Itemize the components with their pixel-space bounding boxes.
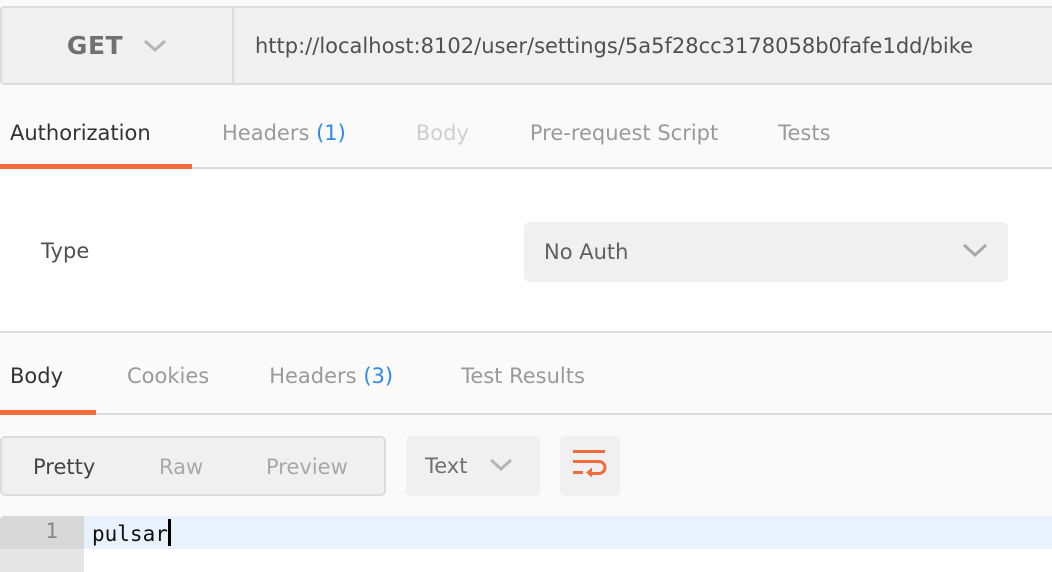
pretty-button[interactable]: Pretty	[33, 455, 95, 479]
tab-label: Authorization	[10, 121, 151, 145]
code-line: pulsar	[92, 519, 171, 546]
headers-count-badge: (3)	[363, 364, 394, 388]
wrap-lines-button[interactable]	[560, 436, 620, 496]
response-editor[interactable]: 1 pulsar	[0, 516, 1052, 572]
line-number: 1	[45, 519, 58, 543]
tab-label: Test Results	[461, 364, 585, 388]
tab-pre-request-script[interactable]: Pre-request Script	[530, 111, 718, 167]
tab-test-results[interactable]: Test Results	[461, 355, 585, 413]
chevron-down-icon	[962, 243, 988, 262]
format-select[interactable]: Text	[406, 436, 540, 496]
tab-cookies[interactable]: Cookies	[127, 355, 209, 413]
auth-type-label: Type	[41, 239, 90, 263]
active-line-highlight	[84, 516, 1052, 549]
authorization-pane: Type No Auth	[0, 171, 1052, 333]
headers-count-badge: (1)	[316, 121, 346, 145]
method-select[interactable]: GET	[2, 8, 234, 83]
format-value: Text	[425, 454, 468, 478]
tab-authorization[interactable]: Authorization	[0, 111, 192, 169]
tab-label: Headers	[222, 121, 310, 145]
chevron-down-icon	[489, 457, 513, 476]
preview-button[interactable]: Preview	[266, 455, 348, 479]
chevron-down-icon	[143, 39, 167, 53]
tab-label: Body	[415, 121, 469, 145]
view-mode-group: Pretty Raw Preview	[0, 436, 386, 496]
code-text: pulsar	[92, 522, 168, 546]
tab-label: Body	[10, 364, 64, 388]
auth-type-select[interactable]: No Auth	[524, 222, 1008, 282]
tab-response-body[interactable]: Body	[0, 355, 96, 415]
tab-tests[interactable]: Tests	[778, 111, 830, 167]
request-tabs: Authorization Headers (1) Body Pre-reque…	[0, 111, 1052, 169]
wrap-lines-icon	[572, 449, 608, 483]
tab-response-headers[interactable]: Headers (3)	[269, 355, 393, 413]
tab-label: Pre-request Script	[529, 121, 719, 145]
auth-type-value: No Auth	[544, 240, 629, 264]
tab-label: Tests	[778, 121, 831, 145]
text-cursor	[167, 519, 171, 546]
tab-body[interactable]: Body	[416, 111, 469, 167]
response-tabs: Body Cookies Headers (3) Test Results	[0, 355, 1052, 415]
method-label: GET	[66, 31, 124, 60]
request-url-bar: GET	[0, 6, 1052, 85]
active-line-gutter: 1	[0, 516, 84, 549]
url-input[interactable]	[234, 8, 1052, 83]
tab-headers[interactable]: Headers (1)	[222, 111, 346, 167]
tab-label: Headers	[269, 364, 357, 388]
tab-label: Cookies	[127, 364, 210, 388]
raw-button[interactable]: Raw	[159, 455, 203, 479]
